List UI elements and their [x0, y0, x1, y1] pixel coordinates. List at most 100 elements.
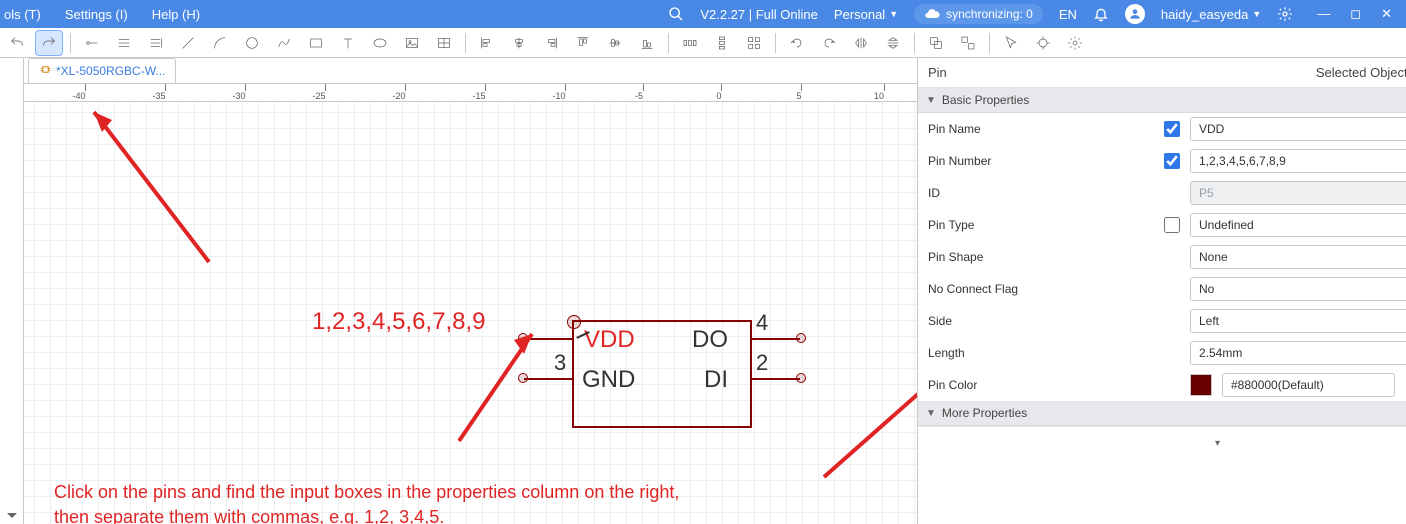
color-swatch[interactable]: [1190, 374, 1212, 396]
circle-tool[interactable]: [239, 31, 265, 55]
rotate-left[interactable]: [784, 31, 810, 55]
pin-type-select[interactable]: Undefined▾: [1190, 213, 1406, 237]
pin-shape-select[interactable]: None▾: [1190, 245, 1406, 269]
avatar[interactable]: [1125, 4, 1145, 24]
user-dropdown[interactable]: haidy_easyeda▼: [1161, 7, 1261, 22]
table-tool[interactable]: [431, 31, 457, 55]
dropdown-footer[interactable]: ▾: [918, 426, 1406, 457]
section-more-properties[interactable]: ▼ More Properties: [918, 401, 1406, 426]
ruler-horizontal: -40-35-30-25-20-15-10-50510: [24, 84, 917, 102]
row-side: Side Left▾: [918, 305, 1406, 337]
section-basic-properties[interactable]: ▼ Basic Properties: [918, 88, 1406, 113]
align-top[interactable]: [570, 31, 596, 55]
arc-tool[interactable]: [207, 31, 233, 55]
id-input: [1190, 181, 1406, 205]
bell-icon[interactable]: [1093, 6, 1109, 22]
pin-gnd-end[interactable]: [518, 373, 528, 383]
version-label: V2.2.27 | Full Online: [700, 7, 818, 22]
language-switch[interactable]: EN: [1059, 7, 1077, 22]
sync-status[interactable]: synchronizing: 0: [914, 4, 1043, 24]
undo-button[interactable]: [4, 31, 30, 55]
polyarc-tool[interactable]: [271, 31, 297, 55]
pin-label-gnd: GND: [582, 368, 635, 392]
image-tool[interactable]: [399, 31, 425, 55]
netlabel-tool[interactable]: [143, 31, 169, 55]
align-left[interactable]: [474, 31, 500, 55]
annotation-hint: Click on the pins and find the input box…: [54, 480, 679, 524]
gear-icon[interactable]: [1277, 6, 1293, 22]
pin-di[interactable]: [752, 378, 800, 380]
cloud-icon: [924, 6, 940, 22]
pin-do[interactable]: [752, 338, 800, 340]
document-tab[interactable]: *XL-5050RGBC-W...: [28, 58, 176, 83]
pin-vdd-dot[interactable]: [567, 315, 581, 329]
search-icon[interactable]: [668, 6, 684, 22]
distribute-v[interactable]: [709, 31, 735, 55]
align-grid[interactable]: [741, 31, 767, 55]
pin-number-visible[interactable]: [1164, 153, 1180, 169]
menu-tools[interactable]: ols (T): [4, 7, 41, 22]
pin-number-2: 2: [756, 352, 768, 374]
pin-tool[interactable]: [79, 31, 105, 55]
pin-gnd[interactable]: [524, 378, 572, 380]
row-length: Length: [918, 337, 1406, 369]
row-pin-number: Pin Number: [918, 145, 1406, 177]
menu-help[interactable]: Help (H): [152, 7, 200, 22]
pin-number-input[interactable]: [1190, 149, 1406, 173]
line-tool[interactable]: [175, 31, 201, 55]
disclosure-icon: ▼: [926, 408, 936, 419]
pin-vdd-line[interactable]: [524, 338, 572, 340]
cursor-tool[interactable]: [998, 31, 1024, 55]
pin-number-selected: 1,2,3,4,5,6,7,8,9: [312, 310, 485, 334]
side-select[interactable]: Left▾: [1190, 309, 1406, 333]
canvas-settings[interactable]: [1062, 31, 1088, 55]
sidebar-expand-icon[interactable]: [7, 513, 17, 518]
align-bottom[interactable]: [634, 31, 660, 55]
row-pin-shape: Pin Shape None▾: [918, 241, 1406, 273]
ungroup[interactable]: [955, 31, 981, 55]
row-id: ID: [918, 177, 1406, 209]
row-no-connect: No Connect Flag No▾: [918, 273, 1406, 305]
pin-color-input[interactable]: [1222, 373, 1395, 397]
distribute-h[interactable]: [677, 31, 703, 55]
length-input[interactable]: [1190, 341, 1406, 365]
pin-label-do: DO: [692, 328, 728, 352]
flip-h[interactable]: [848, 31, 874, 55]
properties-panel: Pin Selected Objects 1 ▼ Basic Propertie…: [918, 58, 1406, 524]
row-pin-type: Pin Type Undefined▾: [918, 209, 1406, 241]
toolbar: [0, 28, 1406, 58]
no-connect-select[interactable]: No▾: [1190, 277, 1406, 301]
redo-button[interactable]: [36, 31, 62, 55]
align-vcenter[interactable]: [602, 31, 628, 55]
selected-objects: Selected Objects 1: [1316, 65, 1406, 80]
crosshair-tool[interactable]: [1030, 31, 1056, 55]
workspace-dropdown[interactable]: Personal▼: [834, 7, 898, 22]
schematic-symbol[interactable]: VDD GND DO DI 3 4 2 1,2,3,4,5,6,7,8,9: [572, 320, 752, 428]
schematic-canvas[interactable]: VDD GND DO DI 3 4 2 1,2,3,4,5,6,7,8,9: [24, 102, 917, 524]
pin-name-visible[interactable]: [1164, 121, 1180, 137]
minimize-button[interactable]: —: [1317, 6, 1330, 22]
close-button[interactable]: ✕: [1381, 6, 1392, 22]
text-tool[interactable]: [335, 31, 361, 55]
pin-type-visible[interactable]: [1164, 217, 1180, 233]
flip-v[interactable]: [880, 31, 906, 55]
maximize-button[interactable]: ◻: [1350, 6, 1361, 22]
menu-settings[interactable]: Settings (I): [65, 7, 128, 22]
align-right[interactable]: [538, 31, 564, 55]
canvas-area: *XL-5050RGBC-W... -40-35-30-25-20-15-10-…: [24, 58, 918, 524]
pin-label-di: DI: [704, 368, 728, 392]
align-hcenter[interactable]: [506, 31, 532, 55]
group[interactable]: [923, 31, 949, 55]
pin-label-vdd: VDD: [584, 328, 635, 352]
ellipse-tool[interactable]: [367, 31, 393, 55]
pin-number-3: 3: [554, 352, 566, 374]
pin-di-end[interactable]: [796, 373, 806, 383]
rotate-right[interactable]: [816, 31, 842, 55]
pin-number-4: 4: [756, 312, 768, 334]
left-sidebar[interactable]: [0, 58, 24, 524]
pin-name-input[interactable]: [1190, 117, 1406, 141]
rect-tool[interactable]: [303, 31, 329, 55]
bus-tool[interactable]: [111, 31, 137, 55]
pin-do-end[interactable]: [796, 333, 806, 343]
row-pin-name: Pin Name: [918, 113, 1406, 145]
